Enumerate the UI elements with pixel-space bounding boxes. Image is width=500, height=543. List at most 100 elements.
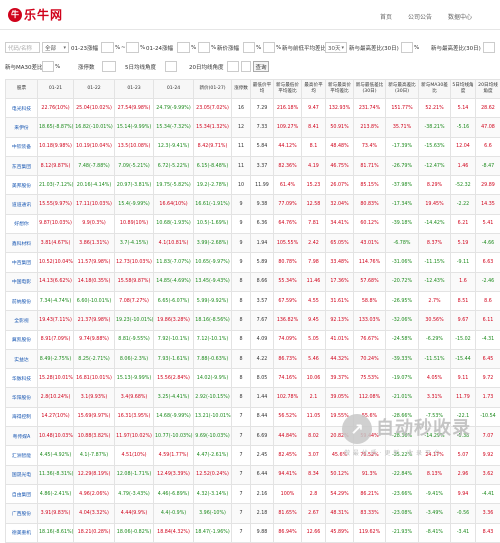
new-price-min-input[interactable] bbox=[243, 42, 255, 53]
stock-name-link[interactable]: 国晟光电 bbox=[6, 465, 38, 484]
stock-name-link[interactable]: 全影视 bbox=[6, 311, 38, 330]
stock-name-link[interactable]: 华脉科技 bbox=[6, 369, 38, 388]
stock-name-link[interactable]: 冀凯股份 bbox=[6, 330, 38, 349]
new-price-max-input[interactable] bbox=[263, 42, 275, 53]
stock-name-link[interactable]: 华阳股份 bbox=[6, 388, 38, 407]
site-logo[interactable]: 牛 乐牛网 bbox=[8, 6, 63, 23]
date2-min-input[interactable] bbox=[177, 42, 190, 53]
col-header-pct-ma30[interactable]: 新与MA30差比 bbox=[419, 80, 451, 99]
table-cell: 105.55% bbox=[274, 234, 302, 253]
col-header-pct-low-avg[interactable]: 新与最低价平均差比 bbox=[274, 80, 302, 99]
limit-up-input[interactable] bbox=[102, 61, 116, 72]
stock-name-link[interactable]: 来伊份 bbox=[6, 118, 38, 137]
table-row[interactable]: 中百集团10.52(10.04%)11.57(9.98%)12.73(10.03… bbox=[6, 253, 500, 272]
ma20-angle-min-input[interactable] bbox=[227, 61, 239, 72]
table-cell: 16.64(10%) bbox=[154, 195, 194, 214]
stock-name-link[interactable]: 中百集团 bbox=[6, 253, 38, 272]
col-header-new-price[interactable]: 新价(01-27) bbox=[194, 80, 232, 99]
table-row[interactable]: 鑫科材料3.81(4.67%)3.86(1.31%)3.7(-4.15%)4.1… bbox=[6, 234, 500, 253]
table-row[interactable]: 东百集团8.12(9.87%)7.48(-7.88%)7.09(-5.21%)6… bbox=[6, 156, 500, 175]
table-cell: 35.71% bbox=[386, 118, 419, 137]
stock-name-link[interactable]: 汇洲智能 bbox=[6, 446, 38, 465]
col-header-pct-high30[interactable]: 新与最高差比(30日) bbox=[386, 80, 419, 99]
date1-min-input[interactable] bbox=[101, 42, 114, 53]
table-cell: 11.46 bbox=[302, 272, 326, 291]
table-row[interactable]: 好想你9.87(10.03%)9.9(0.3%)10.89(10%)10.68(… bbox=[6, 214, 500, 233]
col-header-d3[interactable]: 01-23 bbox=[115, 80, 154, 99]
nav-announcements[interactable]: 公司公告 bbox=[408, 12, 432, 21]
table-cell: 23.05(7.02%) bbox=[194, 99, 232, 118]
table-row[interactable]: 自由集团4.86(-2.41%)4.96(2.06%)4.79(-3.43%)4… bbox=[6, 484, 500, 503]
stock-name-link[interactable]: 实益达 bbox=[6, 349, 38, 368]
table-row[interactable]: 来伊份18.65(-8.87%)16.82(-10.01%)15.14(-9.9… bbox=[6, 118, 500, 137]
table-row[interactable]: 中国电影14.13(6.62%)14.18(0.35%)15.58(9.87%)… bbox=[6, 272, 500, 291]
stock-name-link[interactable]: 美邦股份 bbox=[6, 176, 38, 195]
stock-name-link[interactable]: 中钦装备 bbox=[6, 137, 38, 156]
col-header-d1[interactable]: 01-21 bbox=[38, 80, 74, 99]
stock-name-link[interactable]: 道道通讯 bbox=[6, 195, 38, 214]
ma20-angle-max-input[interactable] bbox=[241, 61, 251, 72]
table-cell: 11.83(-7.07%) bbox=[154, 253, 194, 272]
pct-from-high-min-input[interactable] bbox=[401, 42, 413, 53]
stock-name-link[interactable]: 海得控制 bbox=[6, 407, 38, 426]
table-cell: -39.33% bbox=[386, 349, 419, 368]
table-cell: 231.74% bbox=[354, 99, 386, 118]
stock-name-link[interactable]: 东百集团 bbox=[6, 156, 38, 175]
table-cell: 1.94 bbox=[251, 234, 274, 253]
stock-name-link[interactable]: 鑫科材料 bbox=[6, 234, 38, 253]
table-row[interactable]: 华阳股份2.8(10.24%)3.1(9.93%)3.4(9.68%)3.25(… bbox=[6, 388, 500, 407]
stock-name-link[interactable]: 德美重机 bbox=[6, 523, 38, 542]
stock-name-link[interactable]: 好想你 bbox=[6, 214, 38, 233]
date1-max-input[interactable] bbox=[126, 42, 139, 53]
table-row[interactable]: 华脉科技15.28(10.01%)16.81(10.01%)15.13(-9.9… bbox=[6, 369, 500, 388]
pct-from-low-label: 新与前低平均差比 bbox=[282, 42, 326, 53]
col-header-d2[interactable]: 01-22 bbox=[74, 80, 115, 99]
query-button[interactable]: 查询 bbox=[253, 61, 269, 72]
col-header-pct-high-avg[interactable]: 新与最高价平均差比 bbox=[326, 80, 354, 99]
table-row[interactable]: 美邦股份21.03(-7.12%)20.16(-4.14%)20.97(-3.8… bbox=[6, 176, 500, 195]
stock-name-link[interactable]: 粤传媒A bbox=[6, 427, 38, 446]
col-header-stock[interactable]: 股票 bbox=[6, 80, 38, 99]
stock-name-link[interactable]: 前纳股份 bbox=[6, 291, 38, 310]
nav-data-center[interactable]: 数据中心 bbox=[448, 12, 472, 21]
col-header-ma5-angle[interactable]: 5日均线角度 bbox=[451, 80, 476, 99]
table-row[interactable]: 国晟光电11.36(-8.31%)12.29(8.19%)12.08(-1.71… bbox=[6, 465, 500, 484]
ma30-min-input[interactable] bbox=[42, 61, 54, 72]
table-cell: -11.51% bbox=[419, 349, 451, 368]
table-row[interactable]: 前纳股份7.34(-4.74%)6.60(-10.01%)7.08(7.27%)… bbox=[6, 291, 500, 310]
table-row[interactable]: 实益达8.49(-2.75%)8.25(-2.71%)8.06(-2.3%)7.… bbox=[6, 349, 500, 368]
table-cell: 8.49(-2.75%) bbox=[38, 349, 74, 368]
table-cell: 29.89 bbox=[476, 176, 500, 195]
pct-from-low30-input[interactable] bbox=[483, 42, 495, 53]
table-cell: 18.21(0.28%) bbox=[74, 523, 115, 542]
table-row[interactable]: 全影视19.43(7.11%)21.37(9.98%)19.23(-10.01%… bbox=[6, 311, 500, 330]
table-cell: 45.89% bbox=[326, 523, 354, 542]
col-header-d4[interactable]: 01-24 bbox=[154, 80, 194, 99]
col-header-low-avg[interactable]: 最低价平均 bbox=[251, 80, 274, 99]
code-search-input[interactable]: 代码/名称 bbox=[5, 42, 40, 53]
stock-name-link[interactable]: 自由集团 bbox=[6, 484, 38, 503]
table-cell: -9.11 bbox=[451, 253, 476, 272]
table-cell: 8.91(7.09%) bbox=[38, 330, 74, 349]
col-header-limit-up[interactable]: 涨停数 bbox=[232, 80, 251, 99]
col-header-ma20-angle[interactable]: 20日均线角度 bbox=[476, 80, 500, 99]
stock-name-link[interactable]: 电光科技 bbox=[6, 99, 38, 118]
col-header-high-avg[interactable]: 最高价平均 bbox=[302, 80, 326, 99]
table-row[interactable]: 道道通讯15.55(9.97%)17.11(10.03%)15.4(-9.99%… bbox=[6, 195, 500, 214]
date2-max-input[interactable] bbox=[198, 42, 210, 53]
table-cell: 1.6 bbox=[451, 272, 476, 291]
stock-name-link[interactable]: 中国电影 bbox=[6, 272, 38, 291]
table-row[interactable]: 中钦装备10.18(9.98%)10.19(10.04%)13.5(10.08%… bbox=[6, 137, 500, 156]
col-header-pct-low30[interactable]: 新与最低差比(30日) bbox=[354, 80, 386, 99]
ma5-angle-input[interactable] bbox=[165, 61, 177, 72]
table-cell: 2.45 bbox=[251, 446, 274, 465]
market-select[interactable]: 全部 bbox=[42, 42, 69, 53]
table-cell: 10 bbox=[232, 176, 251, 195]
nav-home[interactable]: 首页 bbox=[380, 12, 392, 21]
days-select[interactable]: 30天 bbox=[325, 42, 347, 53]
table-row[interactable]: 冀凯股份8.91(7.09%)9.74(9.88%)8.81(-9.55%)7.… bbox=[6, 330, 500, 349]
table-row[interactable]: 电光科技22.76(10%)25.04(10.02%)27.54(9.98%)2… bbox=[6, 99, 500, 118]
stock-name-link[interactable]: 广西股份 bbox=[6, 504, 38, 523]
table-row[interactable]: 广西股份3.91(9.83%)4.04(3.32%)4.44(9.9%)4.4(… bbox=[6, 504, 500, 523]
table-row[interactable]: 德美重机18.16(-8.61%)18.21(0.28%)18.06(-0.82… bbox=[6, 523, 500, 542]
